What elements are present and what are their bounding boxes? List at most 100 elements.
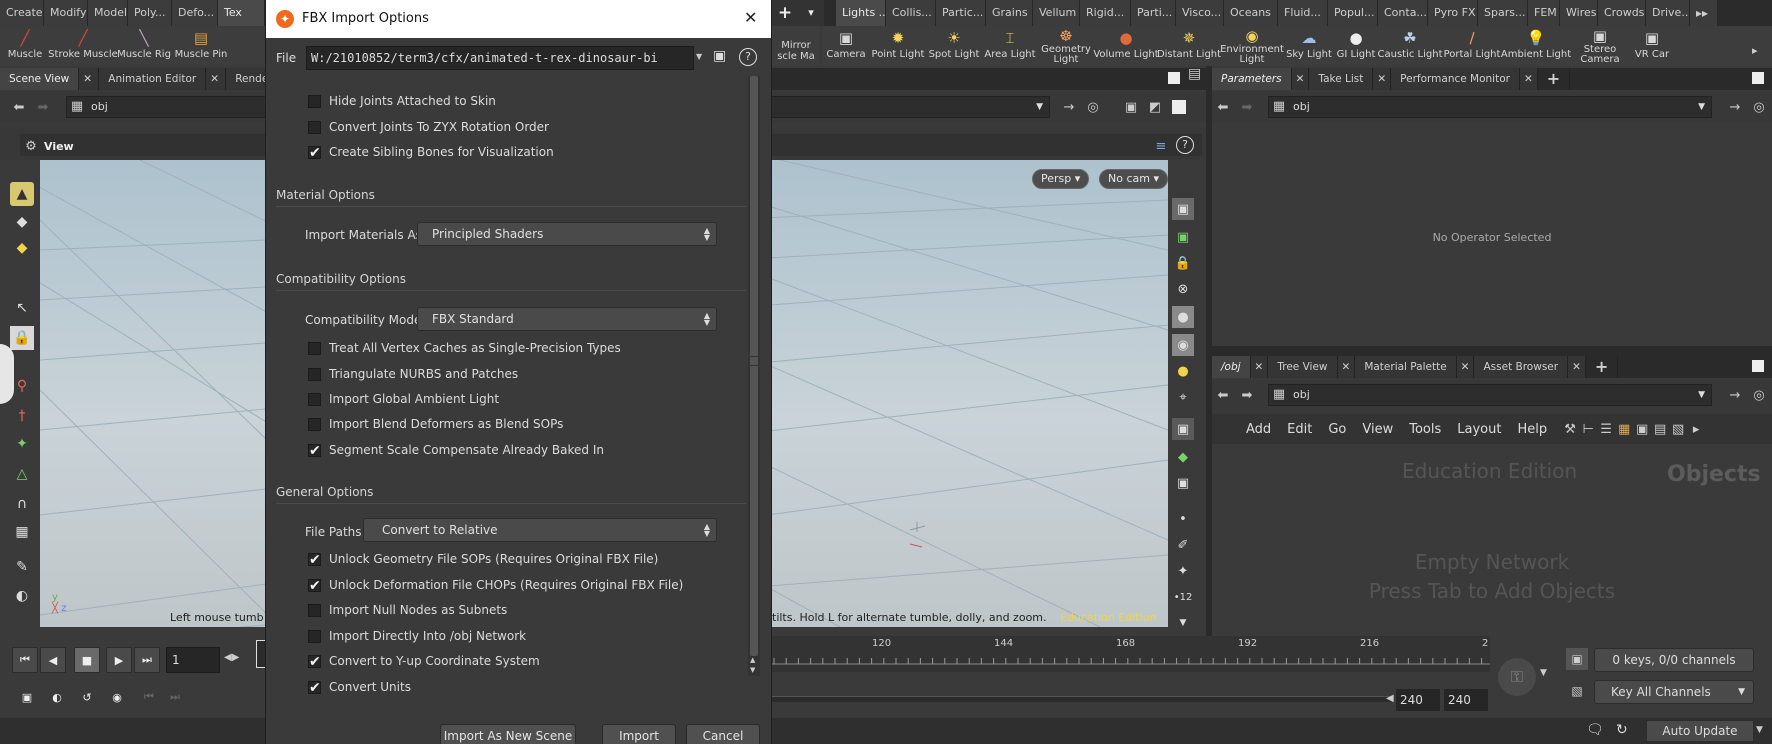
auto-update-button[interactable]: Auto Update [1646, 720, 1754, 742]
sibling-bones-checkbox[interactable]: ✔ [308, 146, 321, 160]
back-arrow-icon[interactable]: ⬅ [10, 98, 28, 116]
capture-icon[interactable]: △ [10, 462, 34, 486]
render-region-icon[interactable]: ◐ [10, 584, 34, 608]
tab-scene-view[interactable]: Scene View [0, 68, 80, 90]
shelf-tab-rigid[interactable]: Rigid... [1080, 0, 1131, 26]
rotate-tool-icon[interactable]: ◆ [10, 236, 34, 260]
help-icon[interactable]: ? [1176, 136, 1194, 154]
tool-mirror-partial[interactable]: Mirror scle Ma [772, 26, 820, 66]
back-arrow-icon[interactable]: ⬅ [1214, 98, 1232, 116]
blend-deformers-checkbox[interactable] [308, 418, 321, 431]
pin-icon[interactable]: → [1726, 98, 1744, 116]
tool-area-light[interactable]: ⌶ Area Light [982, 26, 1038, 66]
perspective-menu[interactable]: Persp ▾ [1032, 169, 1090, 189]
sticky-note-icon[interactable]: ▧ [1669, 420, 1687, 438]
play-icon[interactable]: ▶ [106, 647, 132, 673]
scroll-down-icon[interactable]: ▼ [750, 666, 755, 674]
bone-icon[interactable]: † [10, 404, 34, 428]
network-path-field[interactable]: ▦ obj ▼ [1268, 384, 1712, 406]
shelf-tab-poly[interactable]: Poly... [128, 0, 172, 26]
file-path-input[interactable]: W:/21010852/term3/cfx/animated-t-rex-din… [306, 46, 694, 70]
tab-parameters[interactable]: Parameters [1212, 68, 1292, 90]
tab-take-list[interactable]: Take List [1309, 68, 1374, 90]
chevron-right-icon[interactable]: ▸ [1687, 420, 1705, 438]
compatibility-mode-select[interactable]: FBX Standard ▲ ▼ [417, 307, 717, 331]
chevron-down-icon[interactable]: ▼ [1172, 612, 1194, 634]
chevron-down-icon[interactable]: ▼ [1756, 725, 1763, 735]
shelf-tab-deform[interactable]: Defo... [172, 0, 218, 26]
shelf-tab-container[interactable]: Conta... [1378, 0, 1428, 26]
single-precision-checkbox[interactable] [308, 342, 321, 355]
shelf-tab-particles[interactable]: Partic... [936, 0, 986, 26]
null-subnets-checkbox[interactable] [308, 604, 321, 617]
tool-sky-light[interactable]: ☁ Sky Light [1284, 26, 1334, 66]
unlock-deformation-checkbox[interactable]: ✔ [308, 579, 321, 593]
network-editor[interactable]: Education Edition Objects Empty Network … [1212, 444, 1772, 644]
menu-go[interactable]: Go [1320, 422, 1354, 437]
add-shelf-tab-icon[interactable]: + [772, 0, 798, 26]
add-tab-icon[interactable]: + [1537, 68, 1571, 90]
shelf-scroll-icon[interactable]: ▸ [1752, 44, 1758, 57]
viewport-layout-icon[interactable] [1172, 100, 1186, 114]
range-end-handle-icon[interactable]: ◀ [1386, 693, 1394, 704]
tab-tree-view[interactable]: Tree View [1268, 356, 1338, 378]
snapshot-icon[interactable]: ▣ [1172, 472, 1194, 494]
close-icon[interactable]: ✕ [744, 8, 757, 27]
side-handle-icon[interactable] [0, 344, 14, 404]
tool-muscle-rig[interactable]: ╲ Muscle Rig [116, 26, 172, 66]
import-materials-select[interactable]: Principled Shaders ▲ ▼ [417, 222, 717, 246]
channel-list-icon[interactable]: ▣ [1566, 648, 1588, 670]
jump-end-icon[interactable]: ⏭ [134, 647, 160, 673]
maximize-pane-icon[interactable] [1752, 72, 1764, 84]
tab-animation-editor[interactable]: Animation Editor [99, 68, 207, 90]
back-arrow-icon[interactable]: ⬅ [1214, 386, 1232, 404]
close-icon[interactable]: ✕ [79, 68, 100, 90]
scroll-up-icon[interactable]: ▲ [750, 656, 755, 664]
camera-view-icon[interactable]: ▣ [1172, 418, 1194, 440]
number-icon[interactable]: •12 [1172, 586, 1194, 608]
shelf-tab-fluid[interactable]: Fluid... [1278, 0, 1328, 26]
stop-icon[interactable]: ■ [74, 647, 100, 673]
shaded-icon[interactable]: ▣ [1172, 198, 1194, 220]
range-end-field[interactable]: 240 [1396, 689, 1440, 711]
shelf-tab-viscous[interactable]: Visco... [1176, 0, 1224, 26]
pane-splitter[interactable] [1212, 346, 1772, 356]
shelf-tab-sparse[interactable]: Spars... [1478, 0, 1528, 26]
refresh-icon[interactable]: ↻ [1616, 722, 1628, 738]
convert-joints-checkbox[interactable] [308, 121, 321, 134]
tab-material-palette[interactable]: Material Palette [1355, 356, 1457, 378]
menu-add[interactable]: Add [1238, 422, 1279, 437]
shelf-tab-modify[interactable]: Modify [44, 0, 88, 26]
jump-start-icon[interactable]: ⏮ [12, 647, 38, 673]
pointer-tool-icon[interactable]: ↖ [10, 296, 34, 320]
menu-help[interactable]: Help [1509, 422, 1555, 437]
lock-icon[interactable]: 🔒 [10, 326, 34, 350]
geometry-icon[interactable]: ◆ [1172, 446, 1194, 468]
camera-menu[interactable]: No cam ▾ [1099, 169, 1168, 189]
shelf-tab-create[interactable]: Create [0, 0, 44, 26]
pose-icon[interactable]: ✦ [10, 432, 34, 456]
toolbar-settings-icon[interactable]: ≡ [1152, 137, 1170, 155]
pane-menu-icon[interactable]: ▤ [1188, 66, 1201, 82]
tool-gi-light[interactable]: ● GI Light [1334, 26, 1378, 66]
pen-icon[interactable]: ✐ [1172, 534, 1194, 556]
range-slider[interactable] [772, 696, 1392, 702]
shelf-tab-drive[interactable]: Drive... [1646, 0, 1690, 26]
select-tool-icon[interactable]: ▲ [10, 182, 34, 206]
add-tab-icon[interactable]: + [1585, 356, 1619, 378]
key-mode-icon[interactable]: ▧ [1566, 680, 1588, 702]
tree-icon[interactable]: ⊢ [1579, 420, 1597, 438]
menu-edit[interactable]: Edit [1279, 422, 1320, 437]
close-icon[interactable]: ✕ [1373, 68, 1392, 90]
pin-icon[interactable]: → [1726, 386, 1744, 404]
menu-tools[interactable]: Tools [1401, 422, 1449, 437]
image-icon[interactable]: ▤ [1651, 420, 1669, 438]
real-time-toggle-icon[interactable]: ▣ [14, 684, 40, 710]
ambient-light-checkbox[interactable] [308, 393, 321, 406]
tool-camera[interactable]: ▣ Camera [822, 26, 870, 66]
close-icon[interactable]: ✕ [1337, 356, 1356, 378]
menu-layout[interactable]: Layout [1449, 422, 1509, 437]
chevron-down-icon[interactable]: ▼ [696, 52, 702, 61]
help-icon[interactable]: ? [739, 48, 757, 66]
shelf-tab-model[interactable]: Model [88, 0, 128, 26]
